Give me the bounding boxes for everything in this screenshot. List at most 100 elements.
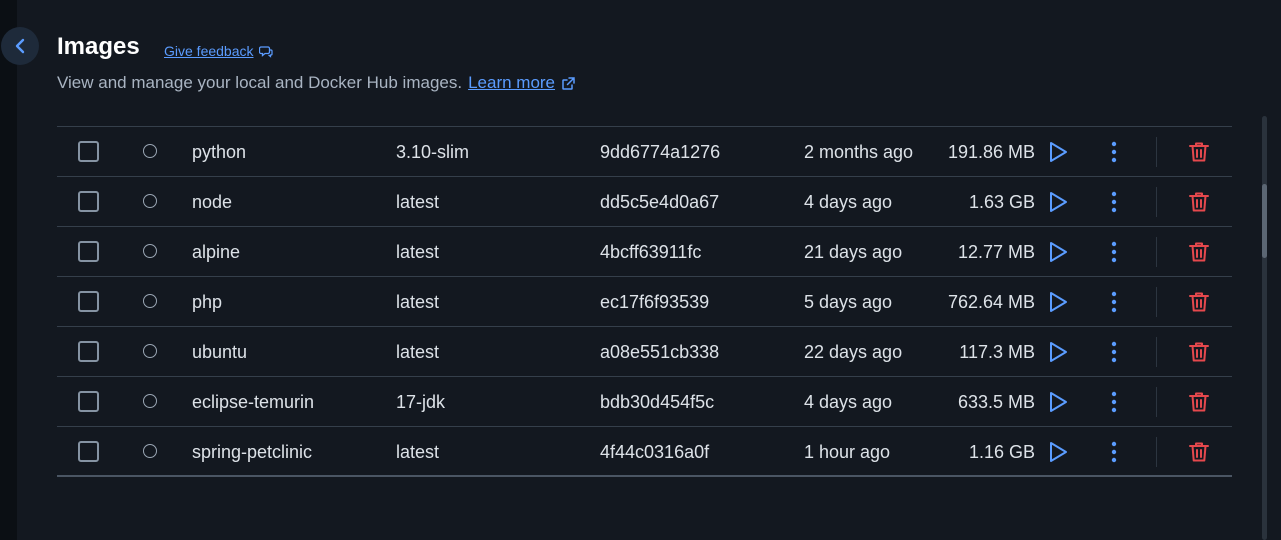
play-icon: [1050, 292, 1067, 312]
status-icon: [143, 294, 157, 308]
page-subtitle: View and manage your local and Docker Hu…: [57, 73, 576, 93]
scrollbar-thumb[interactable]: [1262, 184, 1267, 258]
row-checkbox[interactable]: [78, 191, 99, 212]
divider: [1156, 137, 1157, 167]
divider: [1156, 237, 1157, 267]
divider: [1156, 337, 1157, 367]
table-row: node latest dd5c5e4d0a67 4 days ago 1.63…: [57, 177, 1232, 227]
trash-icon: [1189, 142, 1209, 162]
table-row: ubuntu latest a08e551cb338 22 days ago 1…: [57, 327, 1232, 377]
image-id: ec17f6f93539: [600, 291, 710, 312]
more-actions-button[interactable]: [1104, 427, 1124, 477]
run-button[interactable]: [1046, 427, 1070, 477]
image-tag: latest: [396, 241, 440, 262]
run-button[interactable]: [1046, 177, 1070, 227]
image-created: 2 months ago: [804, 141, 914, 162]
more-actions-button[interactable]: [1104, 277, 1124, 327]
run-button[interactable]: [1046, 327, 1070, 377]
image-tag: 3.10-slim: [396, 141, 470, 162]
delete-button[interactable]: [1187, 377, 1211, 427]
trash-icon: [1189, 242, 1209, 262]
feedback-icon: [258, 46, 273, 58]
image-name[interactable]: node: [192, 177, 232, 227]
image-id: dd5c5e4d0a67: [600, 191, 720, 212]
image-name[interactable]: php: [192, 277, 222, 327]
more-actions-button[interactable]: [1104, 377, 1124, 427]
image-tag: latest: [396, 191, 440, 212]
image-tag: latest: [396, 441, 440, 462]
image-size: 633.5 MB: [957, 391, 1035, 412]
delete-button[interactable]: [1187, 127, 1211, 177]
run-button[interactable]: [1046, 227, 1070, 277]
give-feedback-label: Give feedback: [164, 43, 254, 59]
image-id: 4bcff63911fc: [600, 241, 702, 262]
status-icon: [143, 394, 157, 408]
image-created: 5 days ago: [804, 291, 893, 312]
image-name[interactable]: spring-petclinic: [192, 427, 312, 477]
kebab-menu-icon: [1111, 241, 1117, 263]
kebab-menu-icon: [1111, 291, 1117, 313]
image-tag: latest: [396, 341, 440, 362]
image-created: 4 days ago: [804, 391, 893, 412]
delete-button[interactable]: [1187, 227, 1211, 277]
scrollbar-track[interactable]: [1262, 116, 1267, 540]
more-actions-button[interactable]: [1104, 227, 1124, 277]
row-checkbox[interactable]: [78, 241, 99, 262]
divider: [1156, 287, 1157, 317]
row-checkbox[interactable]: [78, 341, 99, 362]
learn-more-link[interactable]: Learn more: [468, 73, 555, 93]
image-size: 191.86 MB: [947, 141, 1035, 162]
delete-button[interactable]: [1187, 427, 1211, 477]
more-actions-button[interactable]: [1104, 327, 1124, 377]
kebab-menu-icon: [1111, 391, 1117, 413]
image-created: 1 hour ago: [804, 441, 891, 462]
run-button[interactable]: [1046, 377, 1070, 427]
more-actions-button[interactable]: [1104, 177, 1124, 227]
delete-button[interactable]: [1187, 327, 1211, 377]
trash-icon: [1189, 192, 1209, 212]
play-icon: [1050, 442, 1067, 462]
image-name[interactable]: ubuntu: [192, 327, 247, 377]
image-name[interactable]: eclipse-temurin: [192, 377, 314, 427]
row-checkbox[interactable]: [78, 141, 99, 162]
table-row: php latest ec17f6f93539 5 days ago 762.6…: [57, 277, 1232, 327]
image-id: bdb30d454f5c: [600, 391, 715, 412]
image-size: 1.16 GB: [968, 441, 1035, 462]
trash-icon: [1189, 392, 1209, 412]
play-icon: [1050, 192, 1067, 212]
trash-icon: [1189, 292, 1209, 312]
divider: [1156, 437, 1157, 467]
row-checkbox[interactable]: [78, 291, 99, 312]
images-table: python 3.10-slim 9dd6774a1276 2 months a…: [57, 126, 1232, 477]
external-link-icon: [561, 76, 576, 91]
run-button[interactable]: [1046, 277, 1070, 327]
delete-button[interactable]: [1187, 277, 1211, 327]
page-title: Images: [57, 33, 140, 60]
more-actions-button[interactable]: [1104, 127, 1124, 177]
status-icon: [143, 444, 157, 458]
kebab-menu-icon: [1111, 341, 1117, 363]
image-size: 117.3 MB: [959, 341, 1035, 362]
play-icon: [1050, 392, 1067, 412]
image-size: 762.64 MB: [947, 291, 1035, 312]
image-id: 9dd6774a1276: [600, 141, 721, 162]
image-created: 4 days ago: [804, 191, 893, 212]
table-row: alpine latest 4bcff63911fc 21 days ago 1…: [57, 227, 1232, 277]
kebab-menu-icon: [1111, 191, 1117, 213]
image-id: a08e551cb338: [600, 341, 720, 362]
row-checkbox[interactable]: [78, 391, 99, 412]
image-tag: 17-jdk: [396, 391, 446, 412]
play-icon: [1050, 242, 1067, 262]
image-name[interactable]: python: [192, 127, 246, 177]
status-icon: [143, 244, 157, 258]
delete-button[interactable]: [1187, 177, 1211, 227]
play-icon: [1050, 342, 1067, 362]
row-checkbox[interactable]: [78, 441, 99, 462]
table-row: python 3.10-slim 9dd6774a1276 2 months a…: [57, 127, 1232, 177]
back-button[interactable]: [1, 27, 39, 65]
run-button[interactable]: [1046, 127, 1070, 177]
image-id: 4f44c0316a0f: [600, 441, 710, 462]
give-feedback-link[interactable]: Give feedback: [164, 43, 273, 59]
image-name[interactable]: alpine: [192, 227, 240, 277]
subtitle-text: View and manage your local and Docker Hu…: [57, 73, 463, 92]
